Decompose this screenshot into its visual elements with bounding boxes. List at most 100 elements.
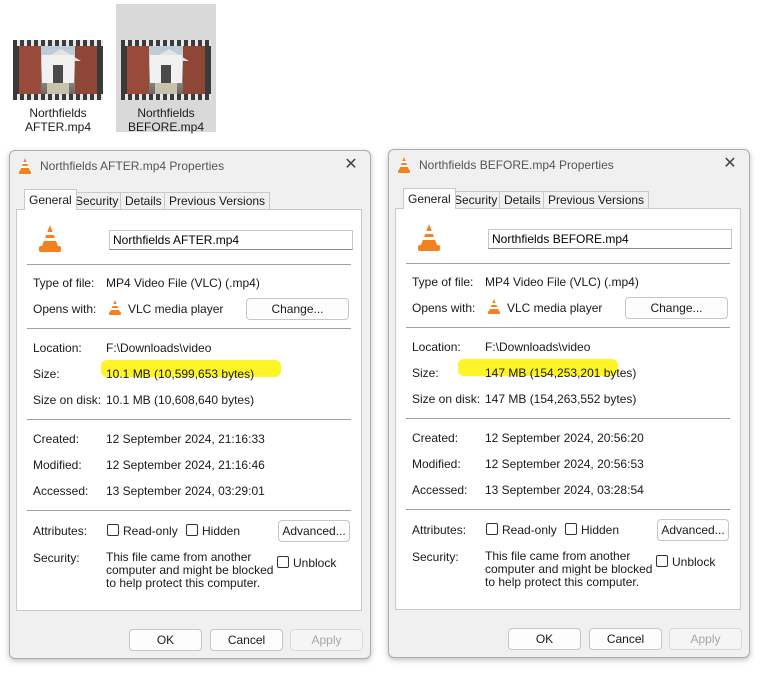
tab-security[interactable]: Security xyxy=(70,192,124,209)
change-button[interactable]: Change... xyxy=(246,298,349,320)
read-only-checkbox[interactable] xyxy=(486,523,498,535)
apply-button[interactable]: Apply xyxy=(669,628,742,650)
vlc-cone-icon xyxy=(19,158,31,174)
size-value: 147 MB (154,253,201 bytes) xyxy=(485,366,637,380)
filename-input[interactable] xyxy=(109,230,353,250)
title-bar[interactable]: Northfields BEFORE.mp4 Properties ✕ xyxy=(389,150,749,180)
dialog-title: Northfields BEFORE.mp4 Properties xyxy=(419,158,614,172)
separator xyxy=(27,264,351,265)
apply-button[interactable]: Apply xyxy=(290,629,363,651)
filename-input[interactable] xyxy=(488,229,732,249)
location-label: Location: xyxy=(33,341,82,355)
separator xyxy=(406,418,730,419)
attributes-label: Attributes: xyxy=(412,523,467,537)
security-message: This file came from another computer and… xyxy=(485,549,653,589)
hidden-label: Hidden xyxy=(581,523,620,537)
location-value: F:\Downloads\video xyxy=(485,340,591,354)
separator xyxy=(27,510,351,511)
separator xyxy=(406,327,730,328)
video-thumbnail-icon xyxy=(121,40,211,100)
title-bar[interactable]: Northfields AFTER.mp4 Properties ✕ xyxy=(10,151,370,181)
ok-button[interactable]: OK xyxy=(508,628,581,650)
unblock-label: Unblock xyxy=(672,555,716,569)
tab-security[interactable]: Security xyxy=(449,191,503,208)
tab-general[interactable]: General xyxy=(24,189,77,210)
size-on-disk-value: 10.1 MB (10,608,640 bytes) xyxy=(106,393,255,407)
tab-details[interactable]: Details xyxy=(499,191,546,208)
vlc-cone-icon xyxy=(418,224,440,251)
file-label: Northfields BEFORE.mp4 xyxy=(127,106,205,134)
separator xyxy=(406,509,730,510)
type-of-file-value: MP4 Video File (VLC) (.mp4) xyxy=(106,276,260,290)
vlc-cone-icon xyxy=(398,157,410,173)
cancel-button[interactable]: Cancel xyxy=(589,628,662,650)
advanced-button[interactable]: Advanced... xyxy=(657,519,729,541)
general-panel: Type of file: MP4 Video File (VLC) (.mp4… xyxy=(16,209,362,611)
vlc-cone-icon xyxy=(39,225,61,252)
separator xyxy=(27,419,351,420)
modified-value: 12 September 2024, 21:16:46 xyxy=(106,458,265,472)
security-message: This file came from another computer and… xyxy=(106,550,274,590)
properties-dialog-after: Northfields AFTER.mp4 Properties ✕ Gener… xyxy=(9,150,371,659)
vlc-cone-icon xyxy=(488,299,500,314)
opens-with-value: VLC media player xyxy=(507,301,603,315)
size-value: 10.1 MB (10,599,653 bytes) xyxy=(106,367,255,381)
change-button[interactable]: Change... xyxy=(625,297,728,319)
unblock-checkbox[interactable] xyxy=(277,556,289,568)
vlc-cone-icon xyxy=(109,300,121,315)
accessed-label: Accessed: xyxy=(33,484,89,498)
modified-label: Modified: xyxy=(412,457,461,471)
size-on-disk-label: Size on disk: xyxy=(33,393,102,407)
file-northfields-after[interactable]: Northfields AFTER.mp4 xyxy=(8,4,108,134)
accessed-label: Accessed: xyxy=(412,483,468,497)
read-only-label: Read-only xyxy=(123,524,178,538)
opens-with-label: Opens with: xyxy=(412,301,476,315)
properties-dialog-before: Northfields BEFORE.mp4 Properties ✕ Gene… xyxy=(388,149,750,658)
created-label: Created: xyxy=(33,432,80,446)
separator xyxy=(27,328,351,329)
read-only-checkbox[interactable] xyxy=(107,524,119,536)
size-on-disk-label: Size on disk: xyxy=(412,392,481,406)
separator xyxy=(406,263,730,264)
security-label: Security: xyxy=(412,550,459,564)
general-panel: Type of file: MP4 Video File (VLC) (.mp4… xyxy=(395,208,741,610)
size-label: Size: xyxy=(412,366,439,380)
unblock-checkbox[interactable] xyxy=(656,555,668,567)
accessed-value: 13 September 2024, 03:29:01 xyxy=(106,484,265,498)
location-value: F:\Downloads\video xyxy=(106,341,212,355)
close-icon[interactable]: ✕ xyxy=(342,156,360,174)
opens-with-value: VLC media player xyxy=(128,302,224,316)
modified-value: 12 September 2024, 20:56:53 xyxy=(485,457,644,471)
created-value: 12 September 2024, 21:16:33 xyxy=(106,432,265,446)
read-only-label: Read-only xyxy=(502,523,557,537)
tab-previous-versions[interactable]: Previous Versions xyxy=(164,192,271,209)
security-label: Security: xyxy=(33,551,80,565)
modified-label: Modified: xyxy=(33,458,82,472)
unblock-label: Unblock xyxy=(293,556,337,570)
attributes-label: Attributes: xyxy=(33,524,88,538)
hidden-checkbox[interactable] xyxy=(565,523,577,535)
close-icon[interactable]: ✕ xyxy=(721,155,739,173)
video-thumbnail-icon xyxy=(13,40,103,100)
opens-with-label: Opens with: xyxy=(33,302,97,316)
type-of-file-label: Type of file: xyxy=(412,275,474,289)
hidden-label: Hidden xyxy=(202,524,241,538)
created-label: Created: xyxy=(412,431,459,445)
file-label: Northfields AFTER.mp4 xyxy=(24,106,91,134)
type-of-file-label: Type of file: xyxy=(33,276,95,290)
cancel-button[interactable]: Cancel xyxy=(210,629,283,651)
created-value: 12 September 2024, 20:56:20 xyxy=(485,431,644,445)
ok-button[interactable]: OK xyxy=(129,629,202,651)
advanced-button[interactable]: Advanced... xyxy=(278,520,350,542)
file-northfields-before[interactable]: Northfields BEFORE.mp4 xyxy=(116,4,216,134)
tab-general[interactable]: General xyxy=(403,188,456,209)
hidden-checkbox[interactable] xyxy=(186,524,198,536)
type-of-file-value: MP4 Video File (VLC) (.mp4) xyxy=(485,275,639,289)
tab-details[interactable]: Details xyxy=(120,192,167,209)
accessed-value: 13 September 2024, 03:28:54 xyxy=(485,483,644,497)
tab-previous-versions[interactable]: Previous Versions xyxy=(543,191,650,208)
size-on-disk-value: 147 MB (154,263,552 bytes) xyxy=(485,392,637,406)
size-label: Size: xyxy=(33,367,60,381)
dialog-title: Northfields AFTER.mp4 Properties xyxy=(40,159,225,173)
location-label: Location: xyxy=(412,340,461,354)
